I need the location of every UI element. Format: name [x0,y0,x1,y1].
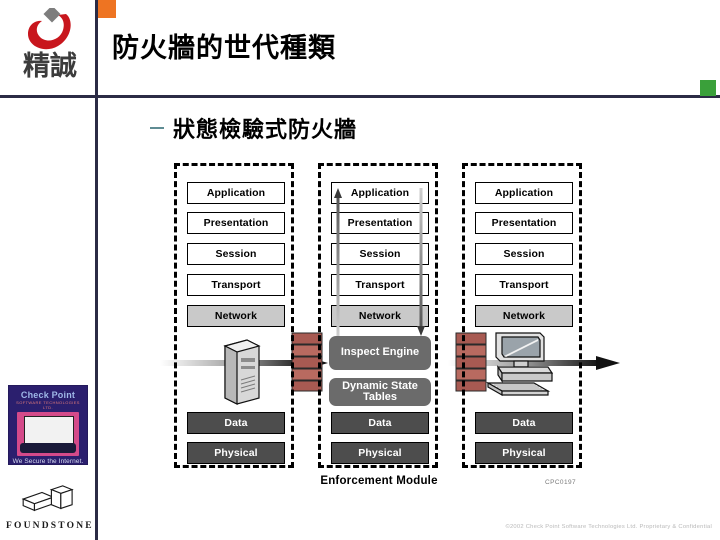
swoosh-icon [28,8,71,50]
layer-presentation: Presentation [331,212,429,234]
layer-transport: Transport [475,274,573,296]
systex-logo-text: 精誠 [23,51,77,82]
layer-transport: Transport [331,274,429,296]
layer-network: Network [331,305,429,327]
enforcement-module-caption: Enforcement Module [320,475,438,487]
layer-presentation: Presentation [187,212,285,234]
osi-stack-left: Application Presentation Session Transpo… [174,163,294,468]
footer-copyright: ©2002 Check Point Software Technologies … [505,524,712,530]
osi-stack-middle: Application Presentation Session Transpo… [318,163,438,468]
layer-physical: Physical [187,442,285,464]
layer-physical: Physical [475,442,573,464]
layer-session: Session [475,243,573,265]
checkpoint-logo-subline: SOFTWARE TECHNOLOGIES LTD. [16,400,80,410]
layer-application: Application [475,182,573,204]
inspect-engine-box: Inspect Engine [329,336,431,370]
slide-canvas: 精誠 防火牆的世代種類 狀態檢驗式防火牆 Check Point SOFTWAR… [0,0,720,540]
desktop-computer-icon [485,332,554,397]
dynamic-state-tables-box: Dynamic State Tables [329,378,431,406]
layer-session: Session [187,243,285,265]
page-title: 防火牆的世代種類 [112,33,336,64]
green-accent-square [700,80,716,96]
systex-logo: 精誠 [8,4,92,94]
osi-firewall-diagram: Application Presentation Session Transpo… [160,163,620,493]
checkpoint-logo: Check Point SOFTWARE TECHNOLOGIES LTD. W… [8,385,88,465]
layer-session: Session [331,243,429,265]
layer-transport: Transport [187,274,285,296]
image-code-label: CPC0197 [545,479,576,486]
bullet-dash-icon [150,127,164,129]
layer-data: Data [475,412,573,434]
layer-network: Network [475,305,573,327]
upward-flow-arrow-icon [334,188,342,336]
foundstone-block-icon [21,485,75,512]
layer-application: Application [187,182,285,204]
layer-presentation: Presentation [475,212,573,234]
page-subtitle: 狀態檢驗式防火牆 [173,118,358,143]
orange-accent-square [98,0,116,18]
layer-network: Network [187,305,285,327]
subtitle-row: 狀態檢驗式防火牆 [150,112,357,144]
osi-stack-right: Application Presentation Session Transpo… [462,163,582,468]
layer-data: Data [187,412,285,434]
layer-data: Data [331,412,429,434]
server-tower-icon [223,339,261,405]
systex-swoosh-mark [8,4,92,54]
downward-flow-arrow-icon [417,188,425,336]
checkpoint-tagline: We Secure the Internet. [12,458,84,465]
horizontal-divider [0,95,720,98]
vertical-divider [95,0,98,540]
layer-application: Application [331,182,429,204]
checkpoint-logo-name: Check Point [20,390,76,400]
checkpoint-computer-icon [17,412,79,456]
layer-physical: Physical [331,442,429,464]
